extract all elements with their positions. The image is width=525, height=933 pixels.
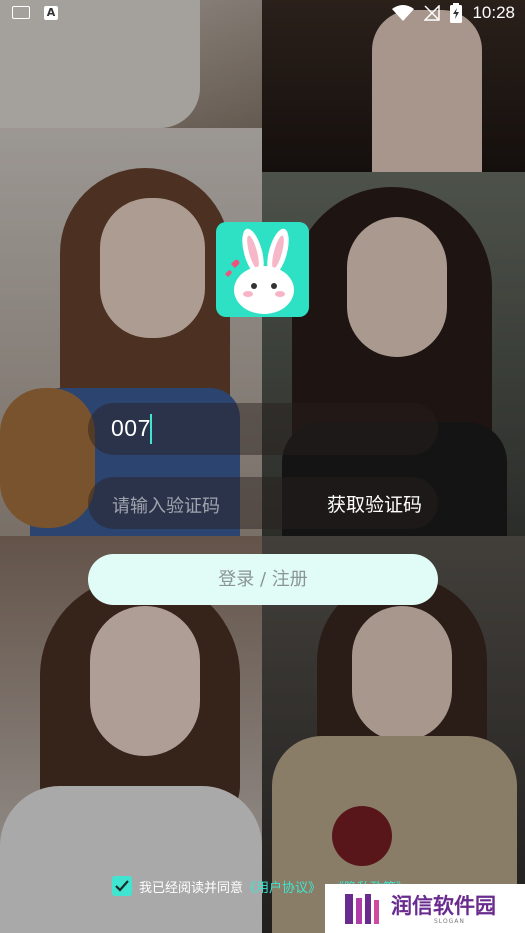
login-register-button[interactable]: 登录 / 注册	[88, 554, 438, 605]
checkmark-icon	[115, 880, 129, 892]
agreement-text: 我已经阅读并同意	[139, 880, 244, 896]
watermark-mark-icon	[345, 894, 379, 924]
text-cursor	[150, 414, 152, 444]
get-code-button[interactable]: 获取验证码	[327, 490, 422, 517]
watermark-text: 润信软件园	[391, 894, 496, 918]
phone-input[interactable]: 007	[88, 403, 438, 455]
accessibility-icon: A	[44, 6, 58, 20]
background-photo-grid	[0, 0, 525, 933]
status-time: 10:28	[472, 3, 515, 22]
app-logo-icon	[216, 222, 309, 317]
battery-icon	[450, 3, 463, 23]
phone-input-value: 007	[111, 415, 151, 441]
watermark-slogan: SLOGAN	[434, 918, 465, 925]
agreement-checkbox[interactable]	[112, 876, 132, 896]
verification-code-placeholder: 请输入验证码	[112, 496, 220, 517]
user-agreement-link[interactable]: 《用户协议》	[243, 877, 321, 896]
keyboard-icon	[12, 6, 30, 19]
watermark-logo: 润信软件园 SLOGAN	[325, 884, 525, 933]
status-bar: A 10:28	[0, 0, 525, 30]
no-signal-icon	[424, 5, 441, 21]
wifi-icon	[392, 4, 415, 21]
